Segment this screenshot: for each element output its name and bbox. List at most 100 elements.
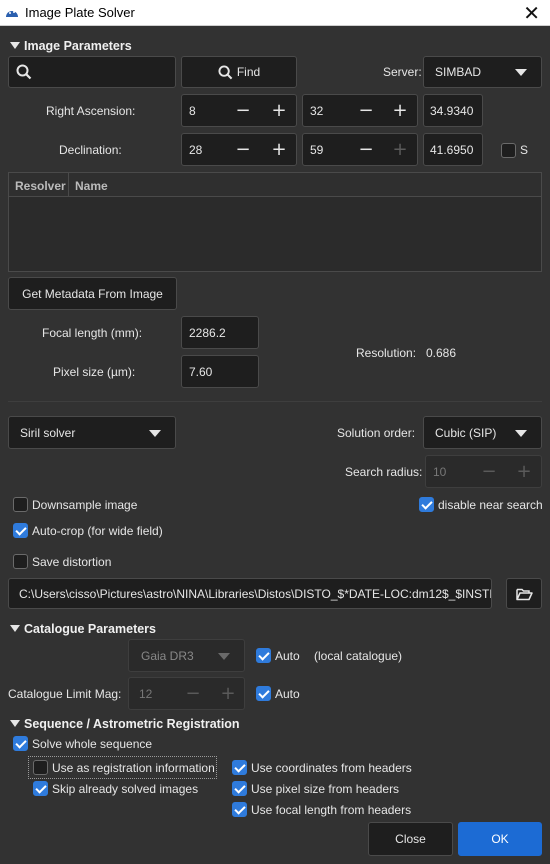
plus-icon: + [392,139,408,160]
downsample-label: Downsample image [32,498,138,512]
minus-icon: − [185,683,201,704]
ra-hours-value: 8 [189,103,196,118]
chevron-down-icon [515,69,527,76]
column-divider [68,173,69,197]
search-icon [16,64,32,80]
close-button[interactable]: Close [368,822,453,856]
resolution-value: 0.686 [426,346,457,360]
disable-near-search-checkbox[interactable] [419,497,434,512]
limit-auto-checkbox[interactable] [256,686,271,701]
search-radius-label: Search radius: [345,465,423,479]
search-icon [218,64,233,79]
browse-folder-button[interactable] [506,578,542,609]
use-coordinates-label: Use coordinates from headers [251,761,412,775]
dec-label: Declination: [59,143,122,157]
sequence-header[interactable]: Sequence / Astrometric Registration [8,717,240,731]
auto-crop-label: Auto-crop (for wide field) [32,524,163,538]
ra-minutes-value: 32 [310,103,324,118]
pixel-size-label: Pixel size (µm): [53,365,136,379]
plus-icon: + [220,683,236,704]
chevron-down-icon [515,429,527,437]
use-coordinates-checkbox[interactable] [232,760,247,775]
chevron-down-icon [218,652,230,660]
distortion-path-field[interactable]: C:\Users\cisso\Pictures\astro\NINA\Libra… [8,578,492,609]
server-select[interactable]: SIMBAD [423,56,542,88]
dec-minutes-value: 59 [310,142,324,157]
ra-hours-stepper[interactable]: 8 − + [181,94,297,127]
distortion-path-value: C:\Users\cisso\Pictures\astro\NINA\Libra… [19,586,492,601]
south-checkbox[interactable] [501,143,516,158]
catalogue-parameters-header[interactable]: Catalogue Parameters [8,622,156,636]
use-focal-length-checkbox[interactable] [232,802,247,817]
downsample-checkbox[interactable] [13,497,28,512]
get-metadata-label: Get Metadata From Image [22,286,163,301]
focal-length-label: Focal length (mm): [42,326,143,340]
solution-order-label: Solution order: [337,426,416,440]
expander-arrow-icon [10,720,20,727]
focal-length-field[interactable]: 2286.2 [181,316,259,349]
minus-icon[interactable]: − [349,95,383,126]
focal-length-value: 2286.2 [189,325,226,340]
catalogue-limit-label: Catalogue Limit Mag: [8,687,122,701]
section-title: Catalogue Parameters [24,622,157,636]
plus-icon: + [516,461,532,482]
catalogue-value: Gaia DR3 [141,648,194,663]
dec-seconds-value: 41.6950 [430,142,474,157]
resolver-table[interactable]: Resolver Name [8,172,542,272]
limit-auto-label: Auto [275,687,300,701]
window-title: Image Plate Solver [25,5,135,20]
minus-icon[interactable]: − [226,95,260,126]
south-label: S [520,143,529,157]
catalogue-auto-checkbox[interactable] [256,648,271,663]
skip-solved-checkbox[interactable] [33,781,48,796]
ra-label: Right Ascension: [46,104,136,118]
solve-whole-sequence-checkbox[interactable] [13,736,28,751]
close-icon[interactable]: ✕ [523,1,540,25]
minus-icon[interactable]: − [226,134,260,165]
ok-button[interactable]: OK [458,822,542,856]
use-focal-length-label: Use focal length from headers [251,803,412,817]
expander-arrow-icon [10,625,20,632]
section-title: Sequence / Astrometric Registration [24,717,240,731]
catalogue-limit-stepper: 12 − + [128,677,245,710]
pixel-size-field[interactable]: 7.60 [181,355,259,388]
local-catalogue-note: (local catalogue) [314,649,403,663]
registration-label: Use as registration information [52,761,215,775]
solver-select[interactable]: Siril solver [8,416,176,449]
column-header-name[interactable]: Name [75,179,108,193]
catalogue-limit-value: 12 [139,686,153,701]
dec-degrees-value: 28 [189,142,203,157]
dec-minutes-stepper[interactable]: 59 − + [302,133,418,166]
get-metadata-button[interactable]: Get Metadata From Image [8,277,177,310]
expander-arrow-icon [10,42,20,49]
save-distortion-checkbox[interactable] [13,554,28,569]
plus-icon[interactable]: + [262,95,296,126]
separator [8,401,542,402]
plus-icon[interactable]: + [383,95,417,126]
image-parameters-header[interactable]: Image Parameters [8,39,132,53]
search-radius-value: 10 [433,464,447,479]
plus-icon[interactable]: + [262,134,296,165]
search-input[interactable] [8,56,176,88]
solution-order-value: Cubic (SIP) [435,425,497,440]
minus-icon[interactable]: − [349,134,383,165]
minus-icon: − [481,461,497,482]
solution-order-select[interactable]: Cubic (SIP) [423,416,542,449]
use-pixel-size-checkbox[interactable] [232,781,247,796]
catalogue-auto-label: Auto [275,649,300,663]
find-button[interactable]: Find [181,56,297,88]
server-value: SIMBAD [435,65,482,79]
auto-crop-checkbox[interactable] [13,523,28,538]
close-label: Close [395,832,426,846]
registration-checkbox[interactable] [33,760,48,775]
table-header: Resolver Name [9,173,541,197]
ra-seconds-value: 34.9340 [430,103,474,118]
dec-seconds-field[interactable]: 41.6950 [423,133,483,166]
ra-seconds-field[interactable]: 34.9340 [423,94,483,127]
find-label: Find [236,65,261,79]
disable-near-search-label: disable near search [438,498,543,512]
ra-minutes-stepper[interactable]: 32 − + [302,94,418,127]
pixel-size-value: 7.60 [189,364,213,379]
dec-degrees-stepper[interactable]: 28 − + [181,133,297,166]
column-header-resolver[interactable]: Resolver [15,179,66,193]
